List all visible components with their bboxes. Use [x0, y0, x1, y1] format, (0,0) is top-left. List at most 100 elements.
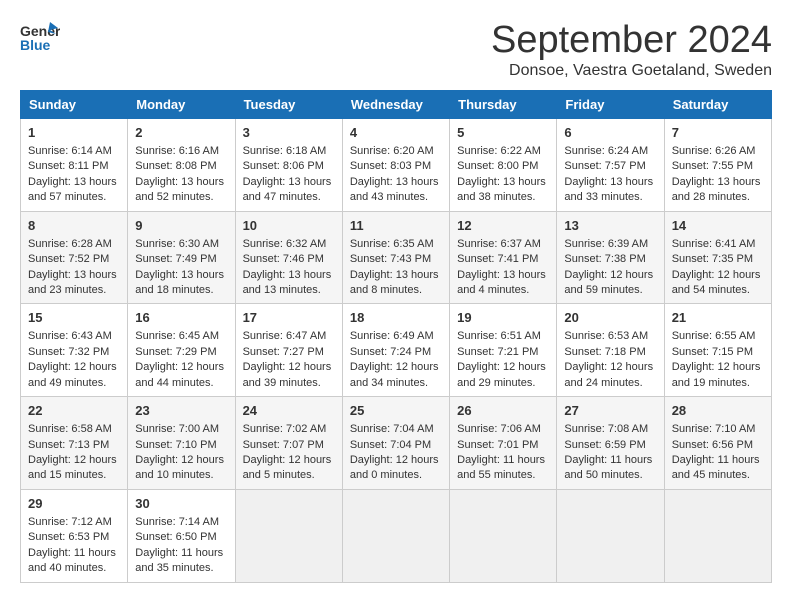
calendar-cell: 3 Sunrise: 6:18 AM Sunset: 8:06 PM Daylig…: [235, 118, 342, 211]
calendar-cell: 5 Sunrise: 6:22 AM Sunset: 8:00 PM Daylig…: [450, 118, 557, 211]
day-number: 3: [243, 124, 335, 142]
day-info: Sunrise: 6:41 AM Sunset: 7:35 PM Dayligh…: [672, 237, 764, 299]
day-info: Sunrise: 6:49 AM Sunset: 7:24 PM Dayligh…: [350, 329, 442, 391]
day-number: 5: [457, 124, 549, 142]
calendar-header-row: SundayMondayTuesdayWednesdayThursdayFrid…: [21, 90, 772, 118]
week-row-1: 1 Sunrise: 6:14 AM Sunset: 8:11 PM Daylig…: [21, 118, 772, 211]
day-number: 29: [28, 495, 120, 513]
day-info: Sunrise: 7:12 AM Sunset: 6:53 PM Dayligh…: [28, 515, 120, 577]
calendar-cell: 4 Sunrise: 6:20 AM Sunset: 8:03 PM Daylig…: [342, 118, 449, 211]
calendar-table: SundayMondayTuesdayWednesdayThursdayFrid…: [20, 90, 772, 583]
logo: General Blue: [20, 20, 60, 60]
day-number: 20: [564, 309, 656, 327]
column-header-wednesday: Wednesday: [342, 90, 449, 118]
day-number: 9: [135, 217, 227, 235]
day-number: 23: [135, 402, 227, 420]
calendar-cell: 21 Sunrise: 6:55 AM Sunset: 7:15 PM Dayli…: [664, 304, 771, 397]
day-number: 12: [457, 217, 549, 235]
day-info: Sunrise: 6:35 AM Sunset: 7:43 PM Dayligh…: [350, 237, 442, 299]
main-title: September 2024: [491, 20, 772, 62]
calendar-cell: 12 Sunrise: 6:37 AM Sunset: 7:41 PM Dayli…: [450, 211, 557, 304]
calendar-cell: 20Sunrise: 6:53 AM Sunset: 7:18 PM Dayli…: [557, 304, 664, 397]
day-number: 18: [350, 309, 442, 327]
day-info: Sunrise: 7:14 AM Sunset: 6:50 PM Dayligh…: [135, 515, 227, 577]
week-row-2: 8 Sunrise: 6:28 AM Sunset: 7:52 PM Daylig…: [21, 211, 772, 304]
day-info: Sunrise: 6:55 AM Sunset: 7:15 PM Dayligh…: [672, 329, 764, 391]
day-info: Sunrise: 6:32 AM Sunset: 7:46 PM Dayligh…: [243, 237, 335, 299]
day-info: Sunrise: 7:06 AM Sunset: 7:01 PM Dayligh…: [457, 422, 549, 484]
day-number: 1: [28, 124, 120, 142]
day-number: 11: [350, 217, 442, 235]
calendar-cell: 11 Sunrise: 6:35 AM Sunset: 7:43 PM Dayli…: [342, 211, 449, 304]
day-info: Sunrise: 6:43 AM Sunset: 7:32 PM Dayligh…: [28, 329, 120, 391]
day-number: 6: [564, 124, 656, 142]
calendar-cell: 27Sunrise: 7:08 AM Sunset: 6:59 PM Dayli…: [557, 397, 664, 490]
page-header: General Blue September 2024 Donsoe, Vaes…: [20, 20, 772, 80]
day-info: Sunrise: 6:24 AM Sunset: 7:57 PM Dayligh…: [564, 144, 656, 206]
column-header-tuesday: Tuesday: [235, 90, 342, 118]
day-info: Sunrise: 7:00 AM Sunset: 7:10 PM Dayligh…: [135, 422, 227, 484]
calendar-cell: 15 Sunrise: 6:43 AM Sunset: 7:32 PM Dayli…: [21, 304, 128, 397]
calendar-cell: 13Sunrise: 6:39 AM Sunset: 7:38 PM Dayli…: [557, 211, 664, 304]
day-info: Sunrise: 7:02 AM Sunset: 7:07 PM Dayligh…: [243, 422, 335, 484]
day-number: 25: [350, 402, 442, 420]
week-row-4: 22Sunrise: 6:58 AM Sunset: 7:13 PM Dayli…: [21, 397, 772, 490]
calendar-cell: [664, 489, 771, 582]
day-info: Sunrise: 6:28 AM Sunset: 7:52 PM Dayligh…: [28, 237, 120, 299]
svg-text:Blue: Blue: [20, 37, 51, 53]
calendar-cell: [235, 489, 342, 582]
calendar-cell: 29 Sunrise: 7:12 AM Sunset: 6:53 PM Dayli…: [21, 489, 128, 582]
day-info: Sunrise: 7:04 AM Sunset: 7:04 PM Dayligh…: [350, 422, 442, 484]
day-number: 21: [672, 309, 764, 327]
calendar-cell: 18 Sunrise: 6:49 AM Sunset: 7:24 PM Dayli…: [342, 304, 449, 397]
day-number: 14: [672, 217, 764, 235]
day-number: 16: [135, 309, 227, 327]
calendar-cell: 17Sunrise: 6:47 AM Sunset: 7:27 PM Dayli…: [235, 304, 342, 397]
calendar-cell: 9 Sunrise: 6:30 AM Sunset: 7:49 PM Daylig…: [128, 211, 235, 304]
calendar-cell: 1 Sunrise: 6:14 AM Sunset: 8:11 PM Daylig…: [21, 118, 128, 211]
day-info: Sunrise: 6:20 AM Sunset: 8:03 PM Dayligh…: [350, 144, 442, 206]
calendar-cell: 22Sunrise: 6:58 AM Sunset: 7:13 PM Dayli…: [21, 397, 128, 490]
week-row-3: 15 Sunrise: 6:43 AM Sunset: 7:32 PM Dayli…: [21, 304, 772, 397]
day-info: Sunrise: 7:08 AM Sunset: 6:59 PM Dayligh…: [564, 422, 656, 484]
calendar-cell: 16Sunrise: 6:45 AM Sunset: 7:29 PM Dayli…: [128, 304, 235, 397]
day-number: 30: [135, 495, 227, 513]
day-info: Sunrise: 6:39 AM Sunset: 7:38 PM Dayligh…: [564, 237, 656, 299]
day-info: Sunrise: 6:22 AM Sunset: 8:00 PM Dayligh…: [457, 144, 549, 206]
calendar-cell: [557, 489, 664, 582]
subtitle: Donsoe, Vaestra Goetaland, Sweden: [491, 62, 772, 80]
day-number: 28: [672, 402, 764, 420]
day-info: Sunrise: 6:16 AM Sunset: 8:08 PM Dayligh…: [135, 144, 227, 206]
calendar-cell: 23 Sunrise: 7:00 AM Sunset: 7:10 PM Dayli…: [128, 397, 235, 490]
day-number: 4: [350, 124, 442, 142]
column-header-monday: Monday: [128, 90, 235, 118]
day-number: 8: [28, 217, 120, 235]
calendar-cell: 19Sunrise: 6:51 AM Sunset: 7:21 PM Dayli…: [450, 304, 557, 397]
day-info: Sunrise: 7:10 AM Sunset: 6:56 PM Dayligh…: [672, 422, 764, 484]
day-number: 15: [28, 309, 120, 327]
calendar-cell: 28 Sunrise: 7:10 AM Sunset: 6:56 PM Dayli…: [664, 397, 771, 490]
day-info: Sunrise: 6:18 AM Sunset: 8:06 PM Dayligh…: [243, 144, 335, 206]
day-info: Sunrise: 6:51 AM Sunset: 7:21 PM Dayligh…: [457, 329, 549, 391]
day-number: 7: [672, 124, 764, 142]
calendar-cell: 8 Sunrise: 6:28 AM Sunset: 7:52 PM Daylig…: [21, 211, 128, 304]
day-number: 26: [457, 402, 549, 420]
day-info: Sunrise: 6:26 AM Sunset: 7:55 PM Dayligh…: [672, 144, 764, 206]
day-number: 17: [243, 309, 335, 327]
calendar-cell: 14 Sunrise: 6:41 AM Sunset: 7:35 PM Dayli…: [664, 211, 771, 304]
calendar-cell: 24Sunrise: 7:02 AM Sunset: 7:07 PM Dayli…: [235, 397, 342, 490]
week-row-5: 29 Sunrise: 7:12 AM Sunset: 6:53 PM Dayli…: [21, 489, 772, 582]
column-header-thursday: Thursday: [450, 90, 557, 118]
calendar-cell: [342, 489, 449, 582]
day-info: Sunrise: 6:14 AM Sunset: 8:11 PM Dayligh…: [28, 144, 120, 206]
day-info: Sunrise: 6:37 AM Sunset: 7:41 PM Dayligh…: [457, 237, 549, 299]
day-info: Sunrise: 6:30 AM Sunset: 7:49 PM Dayligh…: [135, 237, 227, 299]
calendar-cell: 7 Sunrise: 6:26 AM Sunset: 7:55 PM Daylig…: [664, 118, 771, 211]
calendar-body: 1 Sunrise: 6:14 AM Sunset: 8:11 PM Daylig…: [21, 118, 772, 582]
calendar-cell: 6 Sunrise: 6:24 AM Sunset: 7:57 PM Daylig…: [557, 118, 664, 211]
column-header-sunday: Sunday: [21, 90, 128, 118]
logo-icon: General Blue: [20, 20, 60, 60]
day-number: 2: [135, 124, 227, 142]
column-header-friday: Friday: [557, 90, 664, 118]
calendar-cell: 26 Sunrise: 7:06 AM Sunset: 7:01 PM Dayli…: [450, 397, 557, 490]
